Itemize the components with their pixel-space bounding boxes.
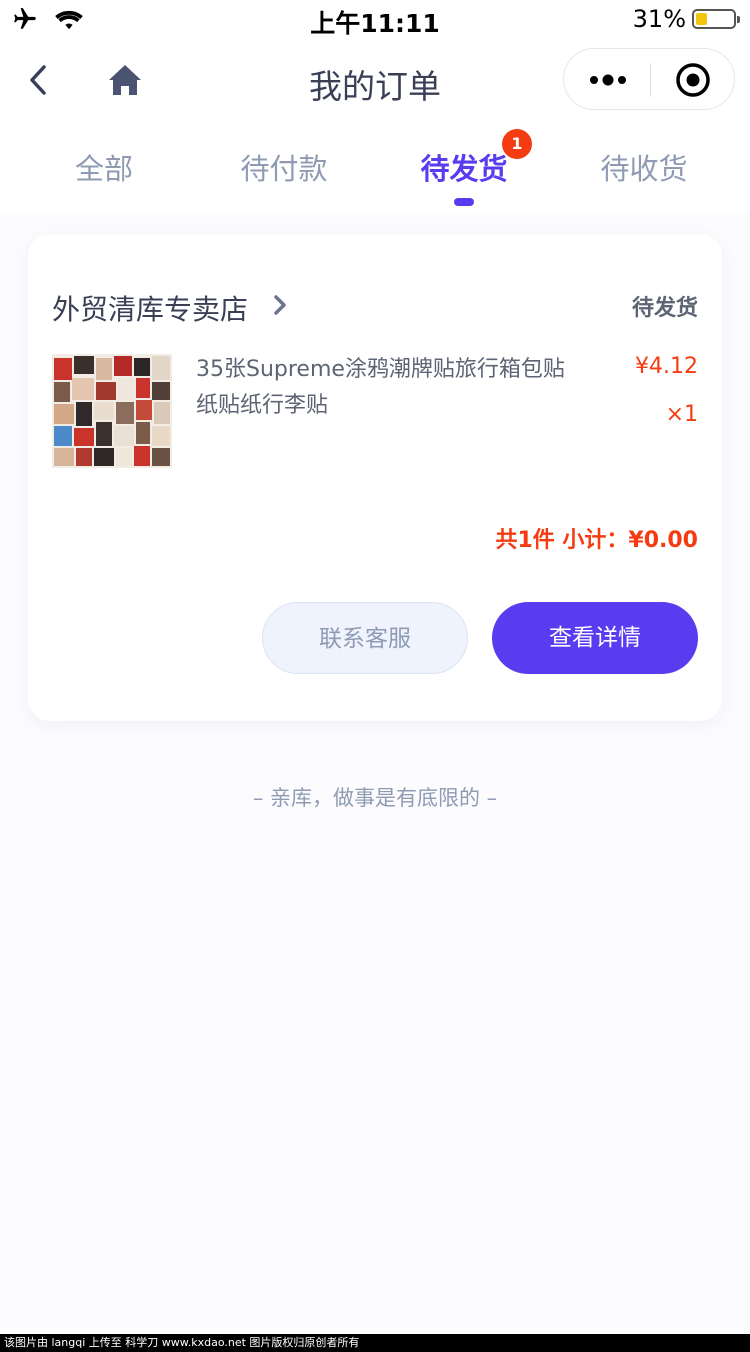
- target-icon[interactable]: [674, 61, 712, 99]
- product-price: ¥4.12: [635, 354, 698, 379]
- battery-percent: 31%: [632, 5, 686, 33]
- view-details-button[interactable]: 查看详情: [492, 602, 698, 674]
- order-tabs: 全部 待付款 待发货 待收货 1: [0, 124, 750, 214]
- battery-fill: [696, 13, 707, 25]
- sticker-collage-image: [52, 354, 172, 468]
- tab-indicator: [454, 198, 474, 206]
- product-quantity: ×1: [665, 402, 698, 427]
- end-of-list-note: – 亲库，做事是有底限的 –: [252, 786, 498, 810]
- mini-program-capsule: [563, 48, 735, 110]
- status-right: 31%: [632, 5, 740, 33]
- battery-icon: [692, 9, 740, 29]
- shop-name[interactable]: 外贸清库专卖店: [52, 288, 248, 328]
- tab-pending-receipt[interactable]: 待收货: [554, 146, 734, 188]
- order-status: 待发货: [631, 296, 698, 321]
- nav-bar: 我的订单: [0, 40, 750, 124]
- contact-service-button[interactable]: 联系客服: [262, 602, 468, 674]
- more-icon[interactable]: [588, 65, 628, 95]
- order-subtotal: 共1件 小计：¥0.00: [495, 528, 698, 553]
- tab-pending-payment[interactable]: 待付款: [194, 146, 374, 188]
- order-card[interactable]: 外贸清库专卖店 待发货 35张Supreme涂鸦潮牌贴旅行箱包贴纸贴纸行李贴 ¥…: [28, 234, 722, 721]
- tab-badge: 1: [502, 129, 532, 159]
- battery-tip: [737, 16, 740, 23]
- product-image[interactable]: [52, 354, 172, 468]
- status-bar: 上午11:11 31%: [0, 0, 750, 40]
- capsule-divider: [650, 63, 651, 97]
- watermark-bar: 该图片由 langqi 上传至 科学刀 www.kxdao.net 图片版权归原…: [0, 1334, 750, 1352]
- product-title[interactable]: 35张Supreme涂鸦潮牌贴旅行箱包贴纸贴纸行李贴: [196, 352, 566, 424]
- chevron-right-icon[interactable]: [272, 294, 288, 316]
- tab-all[interactable]: 全部: [14, 146, 194, 188]
